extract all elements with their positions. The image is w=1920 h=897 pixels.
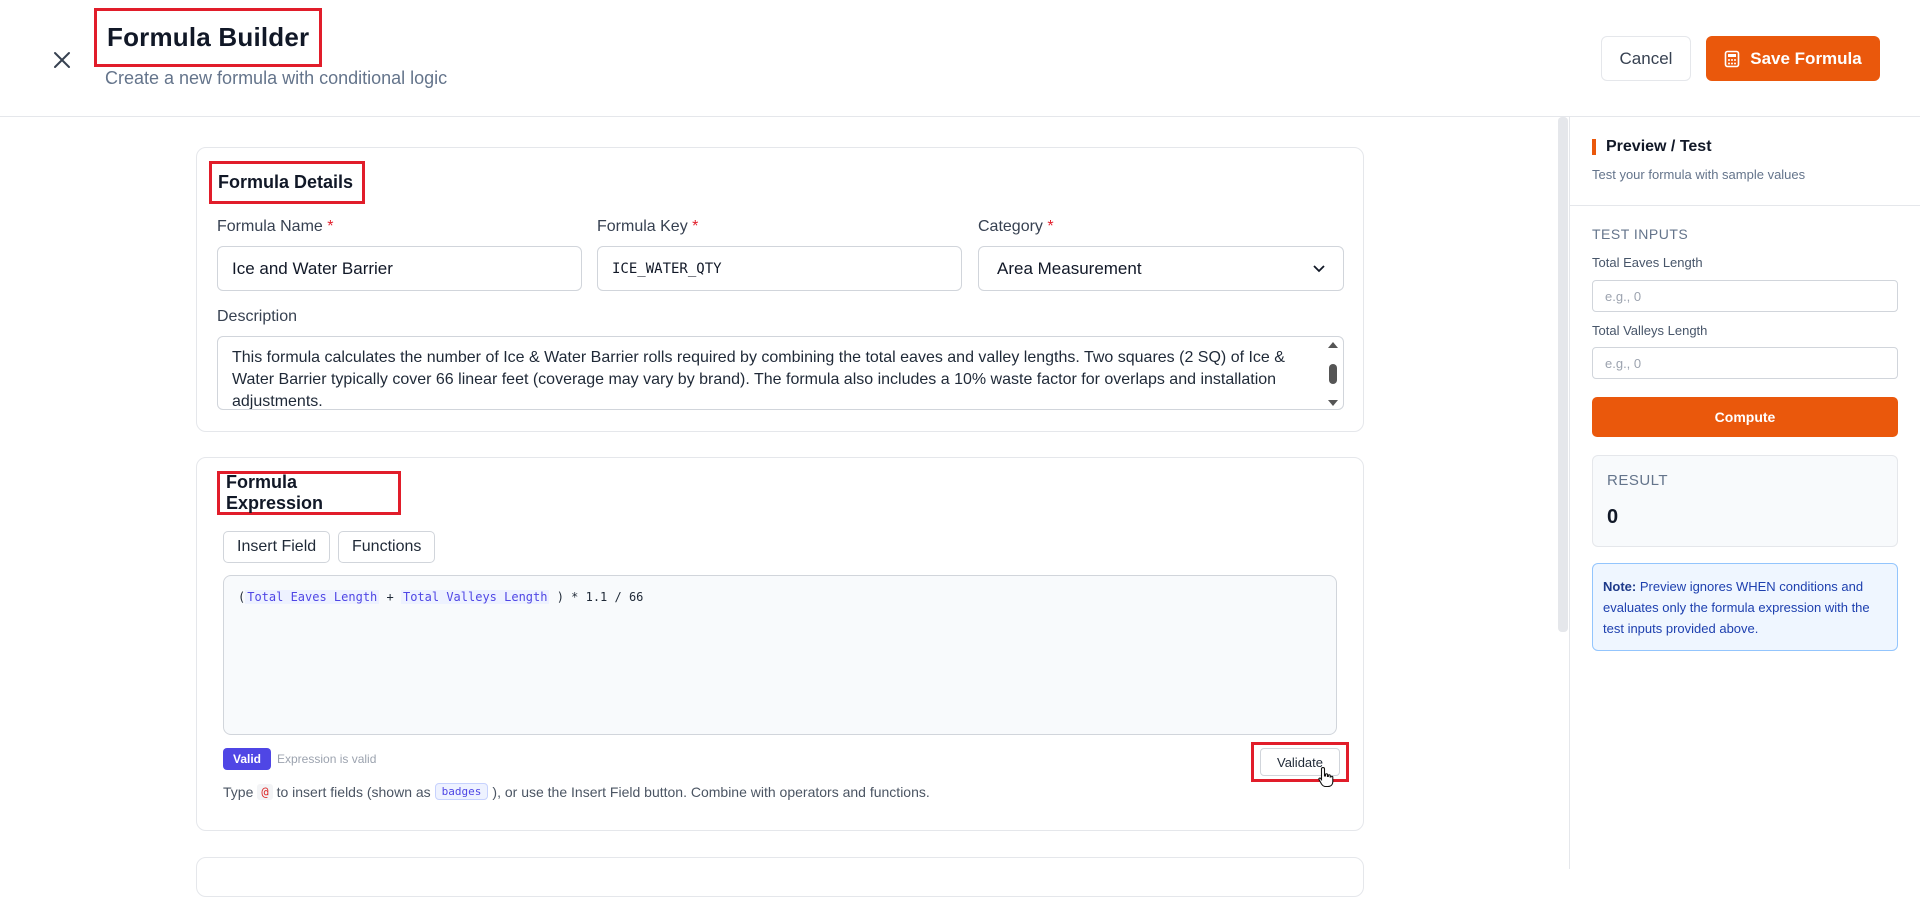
field-badge-eaves[interactable]: Total Eaves Length [245, 590, 380, 604]
save-label: Save Formula [1750, 48, 1862, 68]
valid-badge: Valid [223, 748, 272, 770]
preview-title: Preview / Test [1592, 139, 1712, 155]
formula-details-heading: Formula Details [209, 161, 365, 204]
formula-expression-heading: Formula Expression [217, 471, 401, 515]
valleys-label: Total Valleys Length [1592, 323, 1708, 338]
page-header: Formula Builder Create a new formula wit… [0, 0, 1920, 117]
chevron-down-icon [1313, 264, 1325, 272]
eaves-input[interactable]: e.g., 0 [1592, 280, 1898, 312]
validation-status: Expression is valid [277, 752, 377, 766]
scroll-up-icon[interactable] [1327, 341, 1339, 349]
section-title: Formula Details [218, 172, 354, 192]
result-value: 0 [1607, 506, 1619, 528]
page-title: Formula Builder [107, 22, 310, 52]
at-symbol-chip: @ [257, 783, 273, 800]
category-label: Category * [978, 218, 1054, 235]
textarea-scrollbar[interactable] [1325, 341, 1341, 407]
page-scrollbar[interactable] [1558, 117, 1568, 632]
expression-tail: ) * 1.1 / 66 [549, 590, 644, 604]
formula-name-label: Formula Name * [217, 218, 334, 235]
result-label: RESULT [1607, 472, 1669, 489]
preview-note: Note: Preview ignores WHEN conditions an… [1592, 563, 1898, 651]
close-icon [54, 52, 70, 68]
save-formula-button[interactable]: Save Formula [1706, 36, 1880, 81]
category-select[interactable]: Area Measurement [978, 246, 1344, 291]
description-label: Description [217, 308, 298, 325]
section-title: Formula Expression [226, 472, 324, 513]
preview-subtitle: Test your formula with sample values [1592, 167, 1806, 182]
formula-key-input[interactable]: ICE_WATER_QTY [597, 246, 962, 291]
eaves-label: Total Eaves Length [1592, 255, 1703, 270]
note-label: Note: [1603, 579, 1637, 594]
hand-cursor-icon [1318, 766, 1334, 788]
result-box: RESULT 0 [1592, 455, 1898, 547]
scroll-down-icon[interactable] [1327, 399, 1339, 407]
expression-editor[interactable]: (Total Eaves Length + Total Valleys Leng… [223, 575, 1337, 735]
test-inputs-heading: TEST INPUTS [1592, 226, 1689, 242]
hint-prefix: Type [223, 783, 254, 800]
hint-suffix: ), or use the Insert Field button. Combi… [492, 783, 930, 800]
description-text: This formula calculates the number of Ic… [232, 349, 1285, 410]
next-card [196, 857, 1364, 897]
calculator-icon [1724, 50, 1740, 67]
plus-operator: + [379, 590, 401, 604]
valleys-input[interactable]: e.g., 0 [1592, 347, 1898, 379]
cancel-button[interactable]: Cancel [1601, 36, 1691, 81]
expression-hint: Type @ to insert fields (shown as badges… [223, 783, 930, 800]
scrollbar-thumb[interactable] [1329, 364, 1337, 384]
functions-button[interactable]: Functions [338, 531, 436, 563]
preview-panel: Preview / Test Test your formula with sa… [1569, 117, 1920, 869]
close-button[interactable] [48, 46, 76, 74]
compute-button[interactable]: Compute [1592, 397, 1898, 437]
formula-key-label: Formula Key * [597, 218, 699, 235]
formula-expression-card: Formula Expression Insert Field Function… [196, 457, 1364, 831]
formula-details-card: Formula Details Formula Name * Ice and W… [196, 147, 1364, 432]
description-textarea[interactable]: This formula calculates the number of Ic… [217, 336, 1344, 410]
badge-example-chip: badges [434, 783, 489, 800]
category-value: Area Measurement [997, 258, 1142, 278]
title-highlight: Formula Builder [94, 8, 323, 67]
hint-middle: to insert fields (shown as [276, 783, 431, 800]
formula-name-input[interactable]: Ice and Water Barrier [217, 246, 582, 291]
panel-divider [1570, 205, 1920, 206]
insert-field-button[interactable]: Insert Field [223, 531, 331, 563]
field-badge-valleys[interactable]: Total Valleys Length [400, 590, 550, 604]
note-text: Preview ignores WHEN conditions and eval… [1603, 579, 1870, 636]
page-subtitle: Create a new formula with conditional lo… [105, 68, 448, 88]
